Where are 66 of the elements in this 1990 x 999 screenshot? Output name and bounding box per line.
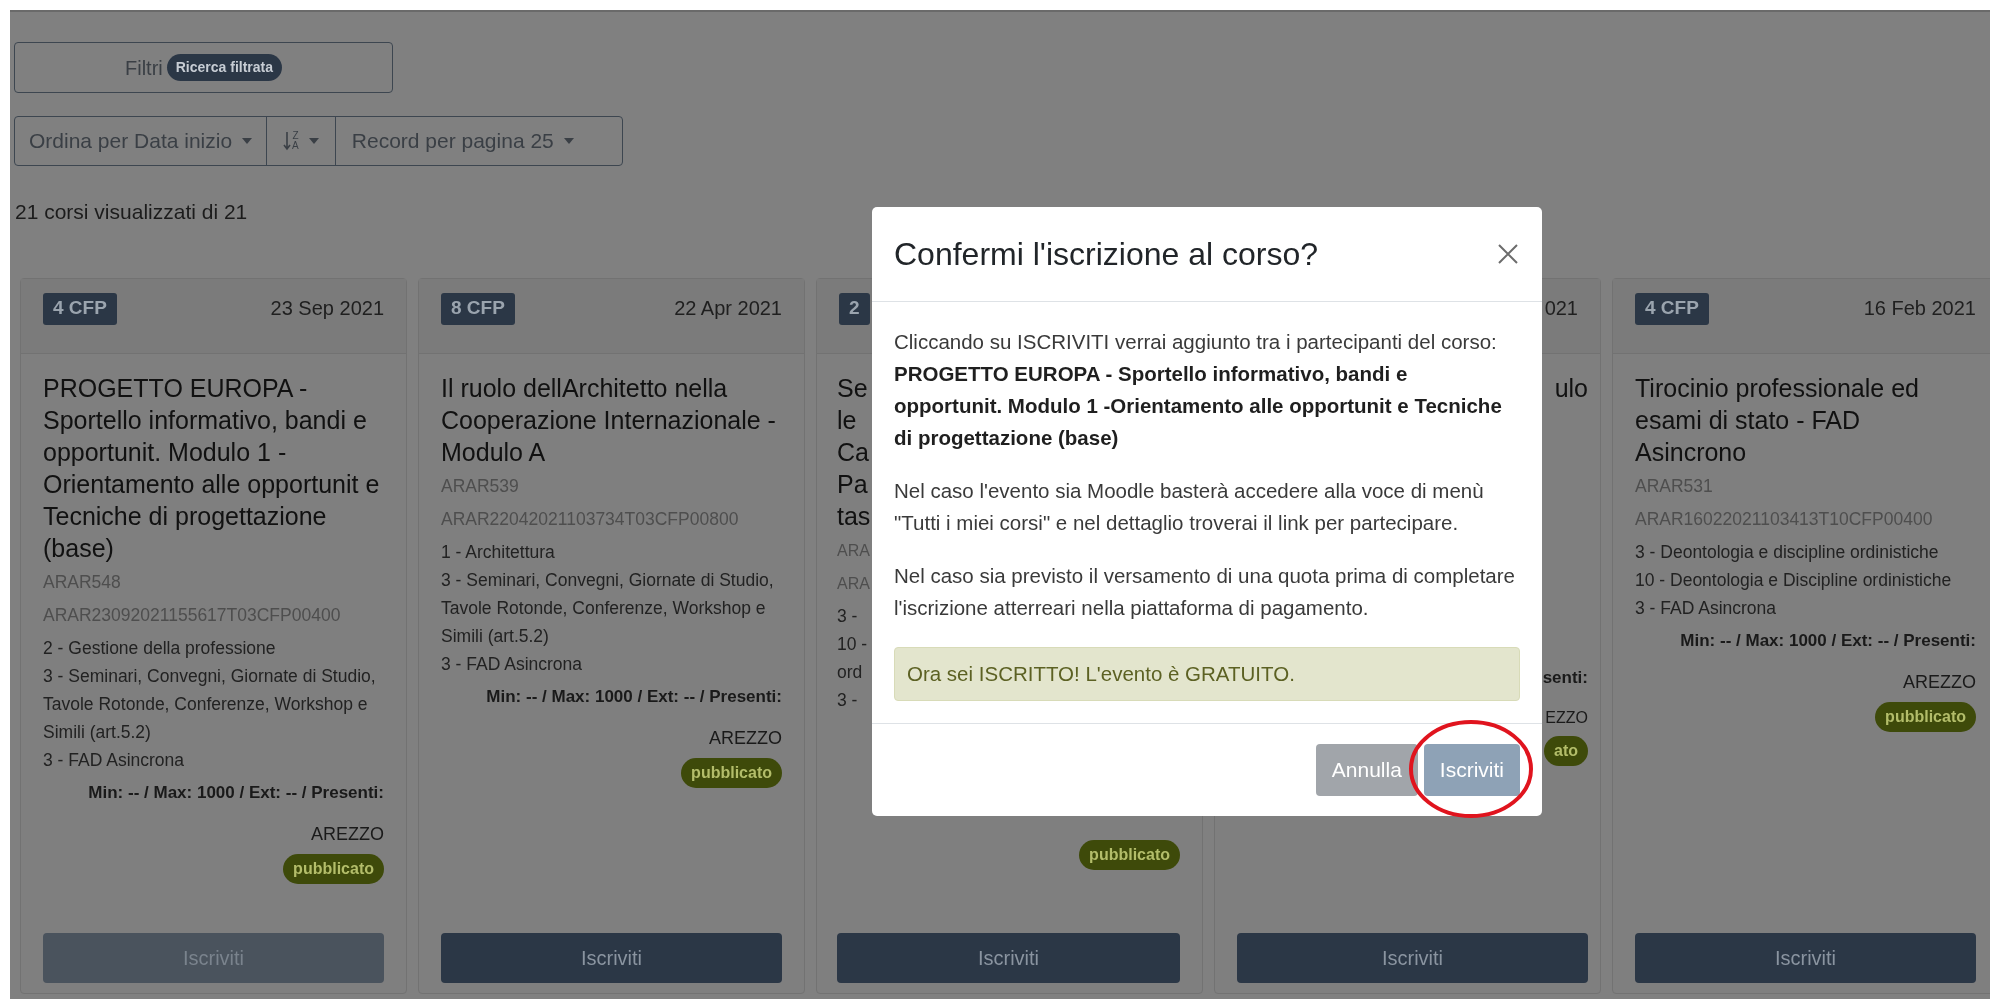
category-text: 3 - Seminari, Convegni, Giornate di Studio, Tavole Rotonde, Conferenze, Workshop e Simili (art.5.2): [43, 664, 377, 744]
filter-badge: Ricerca filtrata: [166, 54, 282, 81]
enroll-button[interactable]: Iscriviti: [441, 932, 782, 983]
status-badge: pubblicato: [1079, 839, 1180, 870]
dialog-text: Nel caso sia previsto il versamento di una quota prima di completare l'iscrizione atterreari nella piattaforma di pagamento.: [894, 563, 1516, 621]
credits-badge: 4 CFP: [43, 292, 117, 325]
location-text: AREZZO: [311, 823, 384, 846]
course-title: tas: [837, 500, 871, 532]
status-badge: pubblicato: [681, 758, 782, 788]
sort-direction-dropdown[interactable]: Z A: [267, 117, 336, 165]
sort-dropdown[interactable]: Ordina per Data inizio: [15, 117, 268, 165]
course-date: 23 Sep 2021: [270, 295, 384, 321]
page-size-dropdown[interactable]: Record per pagina 25: [335, 117, 590, 165]
category-text: 10 - Deontologia e Discipline ordinistiche: [1635, 568, 1953, 592]
capacity-text: Min: -- / Max: 1000 / Ext: -- / Presenti:: [1680, 629, 1976, 652]
status-badge: ato: [1544, 736, 1588, 766]
category-text: 1 - Architettura: [441, 540, 556, 564]
dialog-title: Confermi l'iscrizione al corso?: [894, 235, 1319, 274]
caret-icon: [308, 138, 319, 144]
category-text: 3 - Deontologia e discipline ordinistiche: [1635, 540, 1940, 564]
category-text: 2 - Gestione della professione: [43, 636, 277, 660]
credits-badge: 4 CFP: [1635, 292, 1709, 325]
category-text: 3 -: [837, 688, 858, 712]
course-date: 021: [1544, 295, 1578, 321]
category-text: ord: [837, 660, 863, 684]
cancel-button[interactable]: Annulla: [1315, 744, 1418, 796]
course-title: Pa: [837, 468, 868, 500]
course-date: 16 Feb 2021: [1863, 295, 1976, 321]
category-text: 3 - FAD Asincrona: [1635, 596, 1778, 620]
course-date: 22 Apr 2021: [674, 295, 782, 321]
location-text: EZZO: [1545, 708, 1588, 728]
course-title: Il ruolo dellArchitetto nella Cooperazione Internazionale - Modulo A: [441, 372, 777, 468]
status-badge: pubblicato: [283, 854, 384, 884]
close-button[interactable]: [1496, 242, 1520, 266]
category-text: 10 -: [837, 632, 868, 656]
close-icon: [1498, 244, 1518, 264]
status-badge: pubblicato: [1875, 702, 1976, 732]
credits-badge: 2: [839, 292, 870, 325]
results-count: 21 corsi visualizzati di 21: [14, 199, 248, 225]
dialog-text: Nel caso l'evento sia Moodle basterà accedere alla voce di menù "Tutti i miei corsi" e nel dettaglio troverai il link per partecipare.: [894, 478, 1485, 536]
enroll-button[interactable]: Iscriviti: [837, 932, 1180, 983]
category-text: 3 - FAD Asincrona: [43, 748, 186, 772]
category-text: 3 - Seminari, Convegni, Giornate di Studio, Tavole Rotonde, Conferenze, Workshop e Simili (art.5.2): [441, 568, 775, 648]
course-title: Se: [837, 372, 868, 404]
caret-icon: [563, 138, 574, 144]
capacity-text: Min: -- / Max: 1000 / Ext: -- / Presenti:: [486, 685, 782, 708]
course-title: Tirocinio professionale ed esami di stato - FAD Asincrono: [1635, 372, 1920, 468]
category-text: 3 - FAD Asincrona: [441, 652, 584, 676]
capacity-text: Min: -- / Max: 1000 / Ext: -- / Presenti:: [88, 781, 384, 804]
filters-button[interactable]: Filtri Ricerca filtrata: [14, 42, 393, 93]
enroll-button[interactable]: Iscriviti: [1635, 932, 1976, 983]
course-title: PROGETTO EUROPA - Sportello informativo, bandi e opportunit. Modulo 1 -Orientamento alle opportunit e Tecniche di progettazione (base): [43, 372, 381, 564]
location-text: AREZZO: [709, 727, 782, 750]
course-title: le: [837, 404, 857, 436]
location-text: AREZZO: [1903, 671, 1976, 694]
dialog-text: Cliccando su ISCRIVITI verrai aggiunto tra i partecipanti del corso:: [894, 329, 1498, 355]
category-text: 3 -: [837, 604, 858, 628]
caret-icon: [242, 138, 253, 144]
success-alert: Ora sei ISCRITTO! L'evento è GRATUITO.: [894, 647, 1520, 701]
credits-badge: 8 CFP: [441, 292, 515, 325]
course-name: PROGETTO EUROPA - Sportello informativo, bandi e opportunit. Modulo 1 -Orientamento alle opportunit e Tecniche di progettazione (base): [894, 361, 1503, 451]
confirm-button[interactable]: Iscriviti: [1423, 744, 1520, 796]
course-title: ulo: [1554, 372, 1588, 404]
capacity-text: senti:: [1542, 666, 1588, 689]
enroll-button[interactable]: Iscriviti: [1237, 932, 1588, 983]
course-title: Ca: [837, 436, 869, 468]
